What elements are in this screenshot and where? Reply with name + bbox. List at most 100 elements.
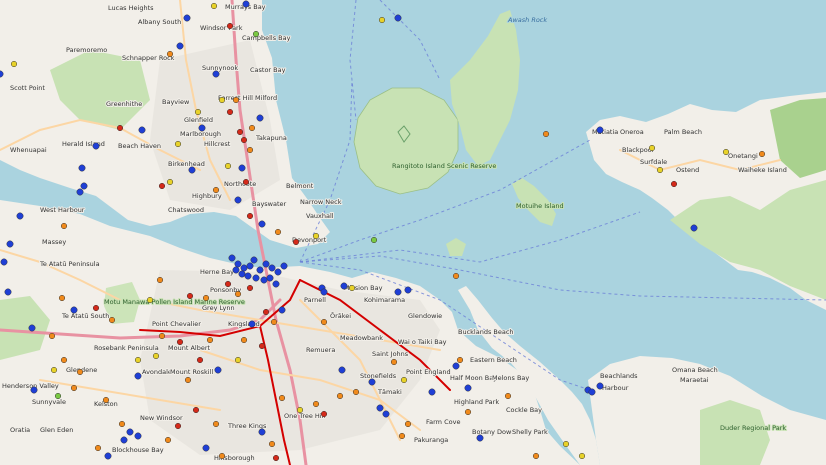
map-marker-blue[interactable] xyxy=(476,434,484,442)
map-marker-orange[interactable] xyxy=(452,272,460,280)
map-marker-green[interactable] xyxy=(54,392,62,400)
map-marker-blue[interactable] xyxy=(248,320,256,328)
map-marker-blue[interactable] xyxy=(256,266,264,274)
map-marker-blue[interactable] xyxy=(78,164,86,172)
map-marker-orange[interactable] xyxy=(456,356,464,364)
map-marker-blue[interactable] xyxy=(120,436,128,444)
map-marker-orange[interactable] xyxy=(398,432,406,440)
map-marker-blue[interactable] xyxy=(394,288,402,296)
map-marker-yellow[interactable] xyxy=(152,352,160,360)
map-marker-red[interactable] xyxy=(92,304,100,312)
map-marker-yellow[interactable] xyxy=(224,162,232,170)
map-marker-blue[interactable] xyxy=(338,366,346,374)
map-marker-red[interactable] xyxy=(292,238,300,246)
map-marker-blue[interactable] xyxy=(198,124,206,132)
map-marker-orange[interactable] xyxy=(240,336,248,344)
map-marker-orange[interactable] xyxy=(390,358,398,366)
map-marker-blue[interactable] xyxy=(260,276,268,284)
map-marker-blue[interactable] xyxy=(250,256,258,264)
map-marker-orange[interactable] xyxy=(336,392,344,400)
map-marker-red[interactable] xyxy=(176,338,184,346)
map-marker-orange[interactable] xyxy=(156,276,164,284)
map-marker-yellow[interactable] xyxy=(50,366,58,374)
map-marker-orange[interactable] xyxy=(60,222,68,230)
map-marker-orange[interactable] xyxy=(312,400,320,408)
map-marker-blue[interactable] xyxy=(70,306,78,314)
map-marker-yellow[interactable] xyxy=(722,148,730,156)
map-marker-blue[interactable] xyxy=(176,42,184,50)
map-marker-red[interactable] xyxy=(272,454,280,462)
map-marker-blue[interactable] xyxy=(234,260,242,268)
map-marker-blue[interactable] xyxy=(238,270,246,278)
map-marker-yellow[interactable] xyxy=(166,178,174,186)
map-marker-red[interactable] xyxy=(240,136,248,144)
map-marker-orange[interactable] xyxy=(248,124,256,132)
map-marker-yellow[interactable] xyxy=(10,60,18,68)
map-marker-orange[interactable] xyxy=(48,332,56,340)
map-marker-red[interactable] xyxy=(158,182,166,190)
map-marker-blue[interactable] xyxy=(382,410,390,418)
map-marker-blue[interactable] xyxy=(368,378,376,386)
map-marker-orange[interactable] xyxy=(184,376,192,384)
map-marker-blue[interactable] xyxy=(228,254,236,262)
map-marker-blue[interactable] xyxy=(232,266,240,274)
map-marker-blue[interactable] xyxy=(376,404,384,412)
map-marker-yellow[interactable] xyxy=(578,452,586,460)
map-marker-red[interactable] xyxy=(670,180,678,188)
map-marker-blue[interactable] xyxy=(202,444,210,452)
map-marker-blue[interactable] xyxy=(126,428,134,436)
map-marker-green[interactable] xyxy=(252,30,260,38)
map-marker-blue[interactable] xyxy=(452,362,460,370)
map-marker-blue[interactable] xyxy=(30,386,38,394)
map-marker-orange[interactable] xyxy=(212,186,220,194)
map-marker-red[interactable] xyxy=(116,124,124,132)
map-marker-blue[interactable] xyxy=(80,182,88,190)
map-marker-blue[interactable] xyxy=(274,268,282,276)
map-marker-blue[interactable] xyxy=(266,274,274,282)
map-marker-blue[interactable] xyxy=(320,288,328,296)
map-marker-yellow[interactable] xyxy=(296,406,304,414)
map-marker-orange[interactable] xyxy=(218,452,226,460)
map-marker-blue[interactable] xyxy=(252,274,260,282)
map-marker-orange[interactable] xyxy=(212,420,220,428)
map-marker-yellow[interactable] xyxy=(648,144,656,152)
map-marker-red[interactable] xyxy=(246,284,254,292)
map-marker-blue[interactable] xyxy=(238,164,246,172)
map-marker-orange[interactable] xyxy=(352,388,360,396)
map-marker-orange[interactable] xyxy=(320,318,328,326)
map-marker-orange[interactable] xyxy=(58,294,66,302)
map-marker-green[interactable] xyxy=(370,236,378,244)
map-marker-orange[interactable] xyxy=(270,318,278,326)
map-marker-orange[interactable] xyxy=(542,130,550,138)
map-marker-blue[interactable] xyxy=(404,286,412,294)
map-marker-orange[interactable] xyxy=(234,290,242,298)
map-marker-orange[interactable] xyxy=(206,336,214,344)
map-marker-blue[interactable] xyxy=(690,224,698,232)
map-marker-blue[interactable] xyxy=(280,262,288,270)
map-marker-blue[interactable] xyxy=(234,196,242,204)
map-marker-red[interactable] xyxy=(320,410,328,418)
map-marker-red[interactable] xyxy=(196,356,204,364)
map-marker-red[interactable] xyxy=(226,108,234,116)
map-marker-blue[interactable] xyxy=(240,264,248,272)
map-marker-yellow[interactable] xyxy=(234,356,242,364)
map-marker-yellow[interactable] xyxy=(378,16,386,24)
map-marker-blue[interactable] xyxy=(428,388,436,396)
map-marker-yellow[interactable] xyxy=(134,356,142,364)
map-marker-yellow[interactable] xyxy=(656,166,664,174)
map-marker-blue[interactable] xyxy=(262,260,270,268)
map-marker-blue[interactable] xyxy=(242,0,250,8)
map-marker-orange[interactable] xyxy=(232,96,240,104)
map-marker-blue[interactable] xyxy=(340,282,348,290)
map-marker-blue[interactable] xyxy=(92,142,100,150)
map-marker-blue[interactable] xyxy=(272,280,280,288)
map-marker-red[interactable] xyxy=(186,292,194,300)
map-marker-orange[interactable] xyxy=(118,420,126,428)
map-marker-orange[interactable] xyxy=(404,420,412,428)
map-marker-blue[interactable] xyxy=(258,428,266,436)
map-marker-orange[interactable] xyxy=(158,332,166,340)
map-marker-red[interactable] xyxy=(242,178,250,186)
map-marker-yellow[interactable] xyxy=(400,376,408,384)
map-marker-red[interactable] xyxy=(262,308,270,316)
map-marker-red[interactable] xyxy=(236,128,244,136)
